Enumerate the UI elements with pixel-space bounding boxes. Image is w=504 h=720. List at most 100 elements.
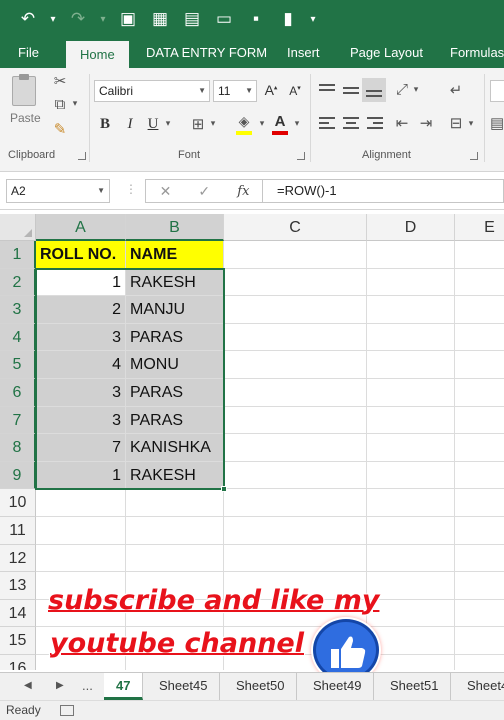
fill-color-dropdown-icon[interactable]: ▾	[257, 118, 267, 129]
tab-data-entry-form[interactable]: DATA ENTRY FORM	[146, 38, 267, 68]
number-format-combo[interactable]	[490, 80, 504, 102]
scroll-tabs-left-icon[interactable]: ◀	[24, 673, 32, 701]
empty-cell[interactable]	[126, 489, 224, 517]
empty-cell[interactable]	[126, 517, 224, 545]
empty-cell[interactable]	[367, 241, 455, 269]
empty-cell[interactable]	[455, 600, 504, 628]
orientation-icon[interactable]: ⤢	[392, 81, 412, 98]
empty-cell[interactable]	[224, 379, 367, 407]
macro-record-icon[interactable]	[60, 705, 74, 716]
empty-cell[interactable]	[367, 434, 455, 462]
empty-cell[interactable]	[367, 323, 455, 352]
decrease-font-icon[interactable]: A▾	[286, 84, 304, 98]
empty-cell[interactable]	[455, 627, 504, 655]
roll-no-cell[interactable]: 2	[36, 296, 126, 324]
name-box[interactable]: A2 ▼	[6, 179, 110, 203]
row-header[interactable]: 3	[0, 296, 36, 324]
copy-icon[interactable]: ▣	[114, 5, 142, 33]
empty-cell[interactable]	[224, 434, 367, 462]
select-all-button[interactable]	[0, 214, 36, 241]
chart-icon[interactable]: ▮	[274, 5, 302, 33]
formula-input[interactable]: =ROW()-1	[262, 179, 504, 203]
row-header[interactable]: 5	[0, 351, 36, 379]
empty-cell[interactable]	[367, 655, 455, 670]
empty-cell[interactable]	[224, 241, 367, 269]
row-header[interactable]: 4	[0, 323, 36, 352]
font-name-combo[interactable]: Calibri ▼	[94, 80, 210, 102]
empty-cell[interactable]	[455, 296, 504, 324]
undo-dropdown-icon[interactable]: ▾	[46, 5, 60, 33]
column-header-e[interactable]: E	[455, 214, 504, 241]
empty-cell[interactable]	[367, 489, 455, 517]
empty-cell[interactable]	[367, 544, 455, 573]
cancel-icon[interactable]: ✕	[160, 183, 172, 200]
cut-icon[interactable]: ✂	[50, 72, 70, 90]
currency-icon[interactable]: ▤	[490, 114, 504, 132]
increase-indent-icon[interactable]: ⇥	[416, 114, 436, 132]
bold-button[interactable]: B	[97, 116, 113, 133]
paste-button-label[interactable]: Paste	[10, 111, 41, 125]
empty-cell[interactable]	[455, 489, 504, 517]
empty-cell[interactable]	[224, 489, 367, 517]
name-cell[interactable]: RAKESH	[126, 268, 224, 297]
scroll-tabs-right-icon[interactable]: ▶	[56, 673, 64, 701]
empty-cell[interactable]	[224, 323, 367, 352]
tab-page-layout[interactable]: Page Layout	[350, 38, 423, 68]
column-header-b[interactable]: B	[126, 214, 224, 241]
empty-cell[interactable]	[455, 572, 504, 600]
empty-cell[interactable]	[36, 517, 126, 545]
empty-cell[interactable]	[367, 517, 455, 545]
roll-no-cell[interactable]: 3	[36, 406, 126, 435]
table-header-cell[interactable]: NAME	[126, 241, 224, 269]
empty-cell[interactable]	[224, 406, 367, 435]
empty-cell[interactable]	[224, 544, 367, 573]
increase-font-icon[interactable]: A▴	[262, 82, 280, 98]
row-header[interactable]: 6	[0, 379, 36, 407]
picture-icon[interactable]: ▦	[146, 5, 174, 33]
empty-cell[interactable]	[455, 655, 504, 670]
fill-handle[interactable]	[221, 486, 227, 493]
clipboard-launcher-icon[interactable]	[78, 152, 86, 160]
redo-dropdown-icon[interactable]: ▾	[96, 5, 110, 33]
save-icon[interactable]: ▪	[242, 5, 270, 33]
borders-dropdown-icon[interactable]: ▾	[208, 118, 218, 129]
row-header[interactable]: 9	[0, 461, 36, 490]
column-header-a[interactable]: A	[36, 214, 126, 241]
empty-cell[interactable]	[367, 406, 455, 435]
redo-icon[interactable]: ↷	[64, 5, 92, 33]
table-header-cell[interactable]: ROLL NO.	[36, 241, 126, 269]
sheet-tab[interactable]: Sheet50	[224, 673, 298, 700]
align-middle-icon[interactable]	[342, 82, 360, 98]
insert-function-icon[interactable]: fx	[237, 184, 249, 199]
tab-home[interactable]: Home	[66, 41, 129, 68]
roll-no-cell[interactable]: 3	[36, 323, 126, 352]
row-header[interactable]: 11	[0, 517, 36, 545]
empty-cell[interactable]	[367, 461, 455, 490]
font-color-icon[interactable]: A	[270, 113, 290, 130]
alignment-launcher-icon[interactable]	[470, 152, 478, 160]
sheet-tab[interactable]: Sheet49	[301, 673, 375, 700]
row-header[interactable]: 16	[0, 655, 36, 670]
empty-cell[interactable]	[455, 517, 504, 545]
row-header[interactable]: 15	[0, 627, 36, 655]
empty-cell[interactable]	[455, 351, 504, 379]
empty-cell[interactable]	[36, 489, 126, 517]
empty-cell[interactable]	[455, 324, 504, 352]
underline-button[interactable]: U	[145, 116, 161, 133]
empty-cell[interactable]	[455, 545, 504, 573]
italic-button[interactable]: I	[122, 116, 138, 133]
row-header[interactable]: 14	[0, 599, 36, 628]
merge-center-icon[interactable]: ⊟	[446, 114, 466, 132]
align-right-icon[interactable]	[366, 114, 384, 132]
align-center-icon[interactable]	[342, 114, 360, 132]
roll-no-cell[interactable]: 1	[36, 461, 126, 490]
empty-cell[interactable]	[455, 269, 504, 297]
empty-cell[interactable]	[224, 461, 367, 490]
decrease-indent-icon[interactable]: ⇤	[392, 114, 412, 132]
font-launcher-icon[interactable]	[297, 152, 305, 160]
empty-cell[interactable]	[224, 351, 367, 379]
empty-cell[interactable]	[224, 268, 367, 297]
row-header[interactable]: 10	[0, 489, 36, 517]
empty-cell[interactable]	[455, 462, 504, 490]
font-color-dropdown-icon[interactable]: ▾	[292, 118, 302, 129]
